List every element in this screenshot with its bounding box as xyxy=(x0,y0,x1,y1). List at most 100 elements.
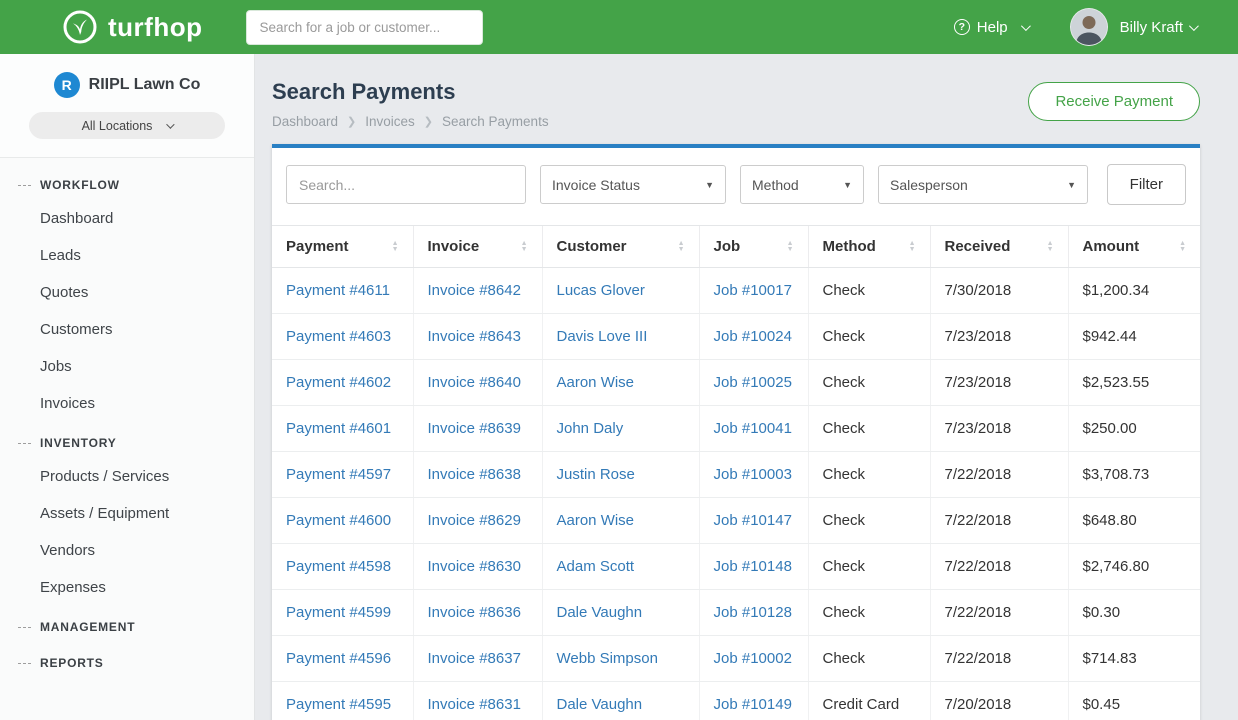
cell-amount: $648.80 xyxy=(1068,498,1200,544)
sidebar-item-dashboard[interactable]: Dashboard xyxy=(0,200,254,237)
cell-received: 7/23/2018 xyxy=(930,360,1068,406)
job-link[interactable]: Job #10147 xyxy=(714,512,792,529)
payment-link[interactable]: Payment #4597 xyxy=(286,466,391,483)
column-header-method[interactable]: Method ▲▼ xyxy=(808,226,930,268)
sidebar-item-quotes[interactable]: Quotes xyxy=(0,274,254,311)
method-select[interactable]: Method ▼ xyxy=(740,165,864,204)
cell-invoice: Invoice #8637 xyxy=(413,636,542,682)
sort-icon[interactable]: ▲▼ xyxy=(521,241,528,253)
customer-link[interactable]: Lucas Glover xyxy=(557,282,645,299)
sort-icon[interactable]: ▲▼ xyxy=(909,241,916,253)
payment-link[interactable]: Payment #4602 xyxy=(286,374,391,391)
job-link[interactable]: Job #10148 xyxy=(714,558,792,575)
sort-icon[interactable]: ▲▼ xyxy=(678,241,685,253)
sort-icon[interactable]: ▲▼ xyxy=(1179,241,1186,253)
invoice-link[interactable]: Invoice #8630 xyxy=(428,558,521,575)
nav-section-inventory: INVENTORY xyxy=(0,422,254,458)
column-header-customer[interactable]: Customer▲▼ xyxy=(542,226,699,268)
invoice-link[interactable]: Invoice #8640 xyxy=(428,374,521,391)
sidebar-nav: WORKFLOWDashboardLeadsQuotesCustomersJob… xyxy=(0,158,254,678)
cell-amount: $2,746.80 xyxy=(1068,544,1200,590)
table-row: Payment #4595 Invoice #8631 Dale Vaughn Job… xyxy=(272,682,1200,720)
invoice-link[interactable]: Invoice #8642 xyxy=(428,282,521,299)
customer-link[interactable]: Dale Vaughn xyxy=(557,696,643,713)
job-link[interactable]: Job #10041 xyxy=(714,420,792,437)
invoice-link[interactable]: Invoice #8637 xyxy=(428,650,521,667)
breadcrumb-invoices[interactable]: Invoices xyxy=(365,114,415,129)
job-link[interactable]: Job #10025 xyxy=(714,374,792,391)
sort-icon[interactable]: ▲▼ xyxy=(1047,241,1054,253)
customer-link[interactable]: Davis Love III xyxy=(557,328,648,345)
column-header-payment[interactable]: Payment▲▼ xyxy=(272,226,413,268)
job-link[interactable]: Job #10149 xyxy=(714,696,792,713)
column-header-amount[interactable]: Amount▲▼ xyxy=(1068,226,1200,268)
customer-link[interactable]: Justin Rose xyxy=(557,466,635,483)
customer-link[interactable]: John Daly xyxy=(557,420,624,437)
invoice-status-select[interactable]: Invoice Status ▼ xyxy=(540,165,726,204)
customer-link[interactable]: Dale Vaughn xyxy=(557,604,643,621)
table-row: Payment #4598 Invoice #8630 Adam Scott Job … xyxy=(272,544,1200,590)
cell-customer: John Daly xyxy=(542,406,699,452)
cell-method: Check xyxy=(808,452,930,498)
sidebar-item-jobs[interactable]: Jobs xyxy=(0,348,254,385)
invoice-link[interactable]: Invoice #8638 xyxy=(428,466,521,483)
user-avatar[interactable] xyxy=(1070,8,1108,46)
sort-icon[interactable]: ▲▼ xyxy=(392,241,399,253)
sort-icon[interactable]: ▲▼ xyxy=(787,241,794,253)
job-link[interactable]: Job #10024 xyxy=(714,328,792,345)
payment-link[interactable]: Payment #4601 xyxy=(286,420,391,437)
invoice-link[interactable]: Invoice #8631 xyxy=(428,696,521,713)
cell-invoice: Invoice #8629 xyxy=(413,498,542,544)
global-search-input[interactable] xyxy=(246,10,483,45)
cell-payment: Payment #4599 xyxy=(272,590,413,636)
payment-link[interactable]: Payment #4611 xyxy=(286,282,390,299)
customer-link[interactable]: Webb Simpson xyxy=(557,650,658,667)
customer-link[interactable]: Adam Scott xyxy=(557,558,635,575)
cell-method: Check xyxy=(808,360,930,406)
sidebar-item-vendors[interactable]: Vendors xyxy=(0,532,254,569)
payment-link[interactable]: Payment #4603 xyxy=(286,328,391,345)
column-header-invoice[interactable]: Invoice▲▼ xyxy=(413,226,542,268)
cell-method: Check xyxy=(808,544,930,590)
section-dash-icon xyxy=(18,443,31,444)
column-label: Method xyxy=(823,238,876,255)
sidebar-item-expenses[interactable]: Expenses xyxy=(0,569,254,606)
cell-job: Job #10041 xyxy=(699,406,808,452)
customer-link[interactable]: Aaron Wise xyxy=(557,512,635,529)
locations-dropdown[interactable]: All Locations xyxy=(29,112,225,139)
invoice-link[interactable]: Invoice #8643 xyxy=(428,328,521,345)
table-search-input[interactable] xyxy=(286,165,526,204)
job-link[interactable]: Job #10017 xyxy=(714,282,792,299)
breadcrumb-dashboard[interactable]: Dashboard xyxy=(272,114,338,129)
job-link[interactable]: Job #10128 xyxy=(714,604,792,621)
sidebar-item-invoices[interactable]: Invoices xyxy=(0,385,254,422)
receive-payment-button[interactable]: Receive Payment xyxy=(1028,82,1200,121)
invoice-link[interactable]: Invoice #8636 xyxy=(428,604,521,621)
payment-link[interactable]: Payment #4599 xyxy=(286,604,391,621)
invoice-link[interactable]: Invoice #8629 xyxy=(428,512,521,529)
column-header-job[interactable]: Job▲▼ xyxy=(699,226,808,268)
salesperson-select[interactable]: Salesperson ▼ xyxy=(878,165,1088,204)
job-link[interactable]: Job #10002 xyxy=(714,650,792,667)
sidebar-item-customers[interactable]: Customers xyxy=(0,311,254,348)
payment-link[interactable]: Payment #4598 xyxy=(286,558,391,575)
payment-link[interactable]: Payment #4596 xyxy=(286,650,391,667)
invoice-link[interactable]: Invoice #8639 xyxy=(428,420,521,437)
payment-link[interactable]: Payment #4600 xyxy=(286,512,391,529)
column-header-received[interactable]: Received▲▼ xyxy=(930,226,1068,268)
sidebar-item-assets-equipment[interactable]: Assets / Equipment xyxy=(0,495,254,532)
table-row: Payment #4611 Invoice #8642 Lucas Glover Jo… xyxy=(272,268,1200,314)
user-menu[interactable]: Billy Kraft xyxy=(1120,19,1196,36)
sidebar-item-products-services[interactable]: Products / Services xyxy=(0,458,254,495)
filter-button[interactable]: Filter xyxy=(1107,164,1186,205)
table-row: Payment #4602 Invoice #8640 Aaron Wise Job … xyxy=(272,360,1200,406)
job-link[interactable]: Job #10003 xyxy=(714,466,792,483)
payment-link[interactable]: Payment #4595 xyxy=(286,696,391,713)
company-row[interactable]: R RIIPL Lawn Co xyxy=(0,72,254,98)
customer-link[interactable]: Aaron Wise xyxy=(557,374,635,391)
invoice-status-value: Invoice Status xyxy=(552,177,640,193)
brand-logo[interactable]: turfhop xyxy=(62,9,202,45)
help-menu[interactable]: ? Help xyxy=(954,19,1028,36)
chevron-down-icon xyxy=(1021,21,1031,31)
sidebar-item-leads[interactable]: Leads xyxy=(0,237,254,274)
